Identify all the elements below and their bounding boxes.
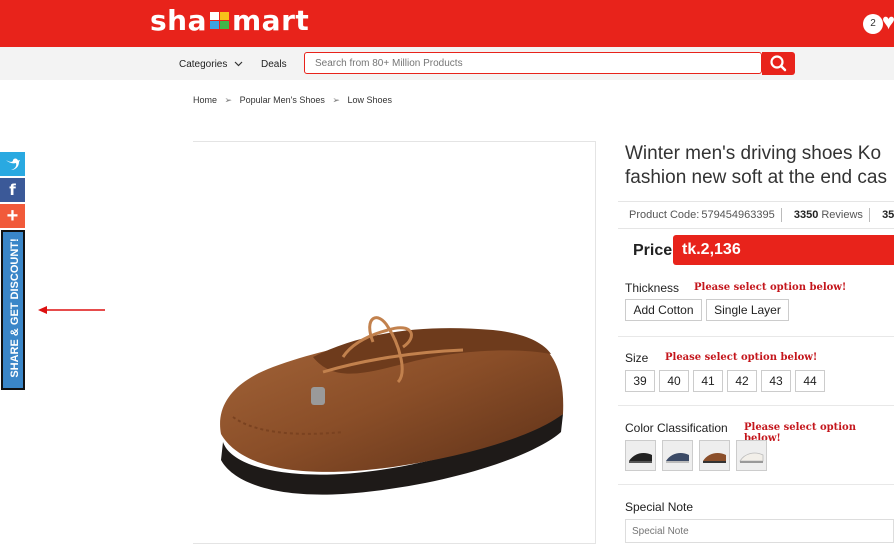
product-image-frame (193, 141, 596, 544)
size-option-42[interactable]: 42 (727, 370, 757, 392)
size-option-43[interactable]: 43 (761, 370, 791, 392)
product-code-label: Product Code: (629, 209, 700, 221)
size-warning: Please select option below! (665, 352, 818, 363)
product-title-line: fashion new soft at the end cas (625, 167, 887, 188)
share-discount-tab[interactable]: SHARE & GET DISCOUNT! (1, 230, 25, 390)
product-meta-row: Product Code: 579454963395 3350 Reviews 35 (618, 201, 894, 229)
top-header (0, 0, 894, 47)
price-label: Price (633, 242, 673, 259)
breadcrumb: Home ➢ Popular Men's Shoes ➢ Low Shoes (193, 95, 392, 106)
breadcrumb-separator-icon: ➢ (332, 95, 340, 105)
search-button[interactable] (762, 52, 795, 75)
extra-count: 35 (882, 209, 894, 221)
left-arrow-icon (38, 306, 105, 314)
swatch-shoe-image (663, 441, 692, 470)
search-input[interactable] (304, 52, 762, 74)
size-option-40[interactable]: 40 (659, 370, 689, 392)
breadcrumb-separator-icon: ➢ (224, 95, 233, 105)
reviews-count[interactable]: 3350 (791, 209, 818, 221)
thickness-option-single-layer[interactable]: Single Layer (706, 299, 789, 321)
twitter-icon (5, 158, 20, 170)
section-divider (618, 405, 894, 406)
color-classification-label: Color Classification (625, 421, 728, 435)
svg-text:sha: sha (150, 6, 207, 36)
deals-link[interactable]: Deals (261, 59, 287, 70)
chevron-down-icon (234, 61, 243, 67)
special-note-label: Special Note (625, 500, 694, 514)
swatch-shoe-image (700, 441, 729, 470)
product-title-line: Winter men's driving shoes Ko (625, 143, 882, 164)
twitter-share-button[interactable] (0, 152, 25, 176)
product-code-value: 579454963395 (701, 209, 775, 221)
thickness-label: Thickness (625, 281, 680, 295)
meta-divider (869, 208, 876, 223)
swatch-shoe-image (626, 441, 655, 470)
price-value: tk.2,136 (673, 235, 894, 265)
size-option-44[interactable]: 44 (795, 370, 825, 392)
section-divider (618, 484, 894, 485)
categories-menu[interactable]: Categories (179, 59, 243, 70)
color-swatch-3[interactable] (699, 440, 730, 471)
section-divider (618, 336, 894, 337)
facebook-icon: f (9, 181, 16, 199)
product-shoe-image[interactable] (193, 142, 594, 543)
color-swatch-1[interactable] (625, 440, 656, 471)
thickness-option-add-cotton[interactable]: Add Cotton (625, 299, 702, 321)
reviews-label[interactable]: Reviews (818, 209, 866, 221)
categories-label: Categories (179, 59, 228, 70)
cart-count-badge[interactable]: 2 (863, 14, 883, 34)
facebook-share-button[interactable]: f (0, 178, 25, 202)
product-title: Winter men's driving shoes Ko fashion ne… (625, 142, 894, 190)
thickness-warning: Please select option below! (694, 282, 847, 293)
search-icon (770, 55, 787, 72)
plus-icon: + (6, 205, 19, 227)
special-note-input[interactable] (625, 519, 894, 543)
site-logo[interactable]: sha mart (150, 4, 345, 43)
size-option-39[interactable]: 39 (625, 370, 655, 392)
meta-divider (780, 208, 788, 223)
share-discount-text: SHARE & GET DISCOUNT! (9, 238, 21, 378)
logo-graphic: sha mart (150, 4, 309, 37)
swatch-shoe-image (737, 441, 766, 470)
size-option-41[interactable]: 41 (693, 370, 723, 392)
breadcrumb-popular-mens-shoes[interactable]: Popular Men's Shoes (240, 95, 325, 105)
color-swatch-2[interactable] (662, 440, 693, 471)
more-share-button[interactable]: + (0, 204, 25, 228)
size-label: Size (625, 351, 649, 365)
wishlist-heart-icon[interactable]: ♥ (882, 9, 894, 35)
color-swatch-4[interactable] (736, 440, 767, 471)
svg-text:mart: mart (232, 6, 309, 36)
breadcrumb-low-shoes[interactable]: Low Shoes (347, 95, 392, 105)
breadcrumb-home[interactable]: Home (193, 95, 217, 105)
